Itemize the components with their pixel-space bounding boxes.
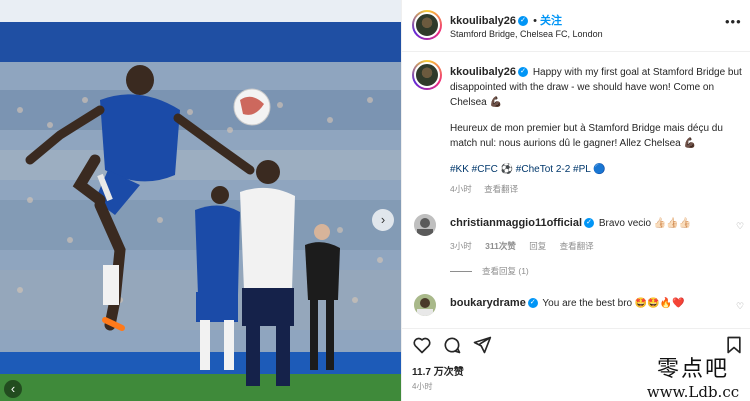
post-photo[interactable]: › ‹: [0, 0, 401, 401]
avatar-image: [414, 294, 436, 316]
author-username[interactable]: kkoulibaly26: [450, 15, 516, 27]
reply-button[interactable]: 回复: [529, 241, 546, 251]
verified-icon: ✓: [584, 218, 595, 229]
view-replies-link[interactable]: 查看回复 (1): [450, 265, 529, 277]
view-replies-label[interactable]: 查看回复 (1): [482, 266, 529, 276]
share-icon[interactable]: [472, 335, 492, 355]
more-icon[interactable]: •••: [725, 14, 742, 29]
comment-text: Bravo vecio 👍🏻👍🏻👍🏻: [598, 218, 692, 229]
next-photo-button[interactable]: ›: [372, 209, 394, 231]
caption-avatar[interactable]: [412, 60, 442, 90]
comment-text: You are the best bro 🤩🤩🔥❤️: [542, 298, 685, 309]
author-line: kkoulibaly26 ✓ • 关注: [450, 15, 563, 27]
verified-icon: ✓: [518, 67, 529, 78]
comment-username[interactable]: christianmaggio11official: [450, 217, 582, 229]
comment-heart-icon[interactable]: ♡: [736, 221, 744, 232]
post-header: kkoulibaly26 ✓ • 关注 Stamford Bridge, Chel…: [402, 0, 750, 52]
caption-text-fr: Heureux de mon premier but à Stamford Br…: [450, 123, 723, 149]
comment-likes[interactable]: 311次赞: [485, 241, 516, 251]
watermark-title: 零点吧: [656, 357, 729, 382]
heart-icon[interactable]: [412, 335, 432, 355]
watermark: 零点吧 www.Ldb.cc: [634, 351, 750, 401]
post-location[interactable]: Stamford Bridge, Chelsea FC, London: [450, 29, 603, 39]
post-actions: 11.7 万次赞 4小时 零点吧 www.Ldb.cc: [402, 328, 750, 401]
like-count[interactable]: 11.7 万次赞: [412, 363, 464, 378]
caption-username[interactable]: kkoulibaly26: [450, 66, 516, 78]
comment-icon[interactable]: [442, 335, 462, 355]
comment-time: 3小时: [450, 241, 472, 251]
commenter-avatar[interactable]: [414, 214, 436, 236]
post-viewer: › ‹ kkoulibaly26 ✓ • 关注 Stamford Bridge, …: [0, 0, 750, 401]
see-translation-link[interactable]: 查看翻译: [560, 241, 594, 251]
commenter-avatar[interactable]: [414, 294, 436, 316]
post-time: 4小时: [412, 382, 433, 391]
see-translation-link[interactable]: 查看翻译: [484, 184, 518, 194]
follow-button[interactable]: 关注: [540, 15, 562, 27]
caption-hashtags[interactable]: #KK #CFC ⚽ #CheTot 2-2 #PL 🔵: [450, 162, 744, 177]
prev-photo-button[interactable]: ‹: [4, 380, 22, 398]
verified-icon: ✓: [527, 298, 538, 309]
football-scene: [0, 0, 401, 401]
verified-icon: ✓: [518, 16, 529, 27]
avatar-image: [414, 214, 436, 236]
comment-username[interactable]: boukarydrame: [450, 297, 526, 309]
post-side-panel: kkoulibaly26 ✓ • 关注 Stamford Bridge, Chel…: [401, 0, 750, 401]
comment-heart-icon[interactable]: ♡: [736, 301, 744, 312]
caption-time: 4小时: [450, 184, 472, 194]
watermark-url: www.Ldb.cc: [646, 383, 740, 401]
author-avatar[interactable]: [412, 10, 442, 40]
